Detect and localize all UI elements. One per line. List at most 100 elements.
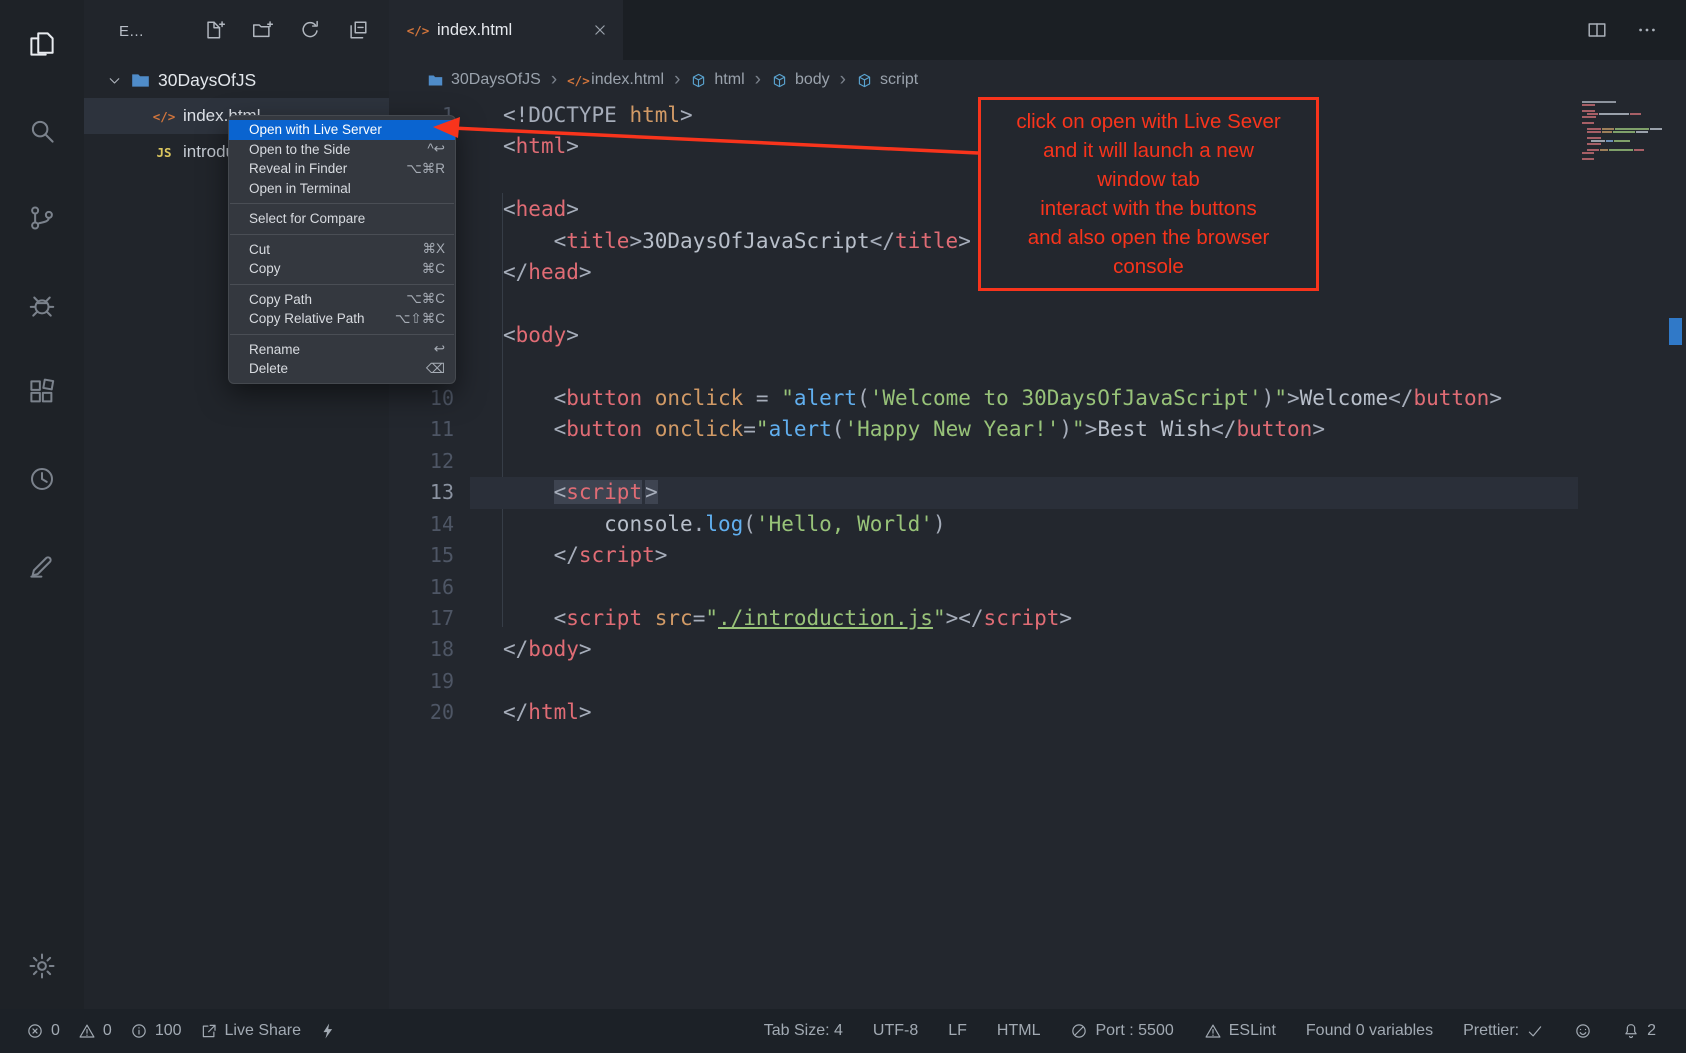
close-icon[interactable]: [591, 21, 609, 39]
folder-root-30DaysOfJS[interactable]: 30DaysOfJS: [84, 62, 389, 98]
new-file-icon[interactable]: [203, 19, 227, 43]
line-text[interactable]: <button onclick = "alert('Welcome to 30D…: [470, 383, 1578, 414]
menu-item-shortcut: ⌥⇧⌘C: [395, 311, 445, 327]
new-folder-icon: [251, 19, 273, 41]
breadcrumb-item-index-html[interactable]: </>index.html: [567, 71, 664, 89]
line-number: 16: [389, 572, 470, 603]
smiley-icon: [1574, 1022, 1592, 1040]
line-number: 17: [389, 603, 470, 634]
line-number: 19: [389, 666, 470, 697]
activity-search-icon[interactable]: [0, 87, 84, 174]
line-text[interactable]: </body>: [470, 634, 1578, 665]
collapse-all-icon[interactable]: [347, 19, 371, 43]
line-text[interactable]: <script src="./introduction.js"></script…: [470, 603, 1578, 634]
status-label: 0: [103, 1022, 112, 1040]
activity-source-control-icon[interactable]: [0, 174, 84, 261]
minimap[interactable]: [1578, 100, 1665, 1009]
status-2[interactable]: 2: [1622, 1022, 1656, 1040]
line-text[interactable]: [470, 666, 1578, 697]
menu-item-cut[interactable]: Cut⌘X: [229, 240, 455, 260]
menu-item-select-for-compare[interactable]: Select for Compare: [229, 209, 455, 229]
code-line: 15 </script>: [389, 540, 1578, 571]
status-prettier[interactable]: Prettier:: [1463, 1022, 1544, 1040]
status-label: ESLint: [1229, 1022, 1276, 1040]
files-icon: [27, 29, 57, 59]
activity-bar-top: [0, 0, 84, 609]
activity-extensions-icon[interactable]: [0, 348, 84, 435]
status-live-share[interactable]: Live Share: [200, 1022, 302, 1040]
status-label: Found 0 variables: [1306, 1022, 1433, 1040]
line-text[interactable]: [470, 352, 1578, 383]
line-text[interactable]: <script>: [470, 477, 1578, 508]
status-lf[interactable]: LF: [948, 1022, 967, 1040]
activity-files-icon[interactable]: [0, 0, 84, 87]
activity-debug-icon[interactable]: [0, 261, 84, 348]
status-lightning-icon[interactable]: [319, 1022, 337, 1040]
breadcrumb-item-body[interactable]: body: [771, 71, 830, 89]
line-text[interactable]: </html>: [470, 697, 1578, 728]
menu-item-label: Copy Relative Path: [249, 311, 381, 326]
chevron-down-icon: [106, 72, 123, 89]
menu-item-label: Open with Live Server: [249, 122, 445, 137]
status-label: 0: [51, 1022, 60, 1040]
menu-item-shortcut: ⌘C: [422, 261, 445, 277]
menu-item-reveal-in-finder[interactable]: Reveal in Finder⌥⌘R: [229, 159, 455, 179]
status-bar: 0 0 100 Live Share Tab Size: 4 UTF-8 LF HTML Po…: [0, 1009, 1686, 1053]
breadcrumb: 30DaysOfJS›</>index.html›html›body›scrip…: [389, 60, 1686, 100]
line-text[interactable]: [470, 289, 1578, 320]
menu-separator: [230, 203, 454, 204]
new-folder-icon[interactable]: [251, 19, 275, 43]
code-line: 9: [389, 352, 1578, 383]
line-text[interactable]: <body>: [470, 320, 1578, 351]
gear-icon: [27, 951, 57, 981]
status-smiley-icon[interactable]: [1574, 1022, 1592, 1040]
line-text[interactable]: <button onclick="alert('Happy New Year!'…: [470, 414, 1578, 445]
line-text[interactable]: console.log('Hello, World'): [470, 509, 1578, 540]
status-port-5500[interactable]: Port : 5500: [1070, 1022, 1173, 1040]
activity-clock-icon[interactable]: [0, 435, 84, 522]
menu-item-open-in-terminal[interactable]: Open in Terminal: [229, 179, 455, 199]
line-number: 14: [389, 509, 470, 540]
status-100[interactable]: 100: [130, 1022, 182, 1040]
more-icon[interactable]: [1636, 19, 1658, 41]
activity-gear-icon[interactable]: [0, 922, 84, 1009]
status-0[interactable]: 0: [26, 1022, 60, 1040]
breadcrumb-item-30daysofjs[interactable]: 30DaysOfJS: [427, 71, 541, 89]
lightning-icon: [319, 1022, 337, 1040]
activity-bar: [0, 0, 84, 1009]
menu-item-label: Reveal in Finder: [249, 161, 392, 176]
status-found-0-variables[interactable]: Found 0 variables: [1306, 1022, 1433, 1040]
refresh-icon[interactable]: [299, 19, 323, 43]
breadcrumb-item-html[interactable]: html: [690, 71, 744, 89]
status-0[interactable]: 0: [78, 1022, 112, 1040]
status-eslint[interactable]: ESLint: [1204, 1022, 1276, 1040]
breadcrumb-item-script[interactable]: script: [856, 71, 918, 89]
code-line: 12: [389, 446, 1578, 477]
line-number: 10: [389, 383, 470, 414]
status-label: Port : 5500: [1095, 1022, 1173, 1040]
status-html[interactable]: HTML: [997, 1022, 1041, 1040]
debug-icon: [27, 290, 57, 320]
line-text[interactable]: </script>: [470, 540, 1578, 571]
line-text[interactable]: [470, 446, 1578, 477]
status-right: Tab Size: 4 UTF-8 LF HTML Port : 5500 ESLint F…: [764, 1022, 1656, 1040]
activity-edit-session-icon[interactable]: [0, 522, 84, 609]
line-text[interactable]: [470, 572, 1578, 603]
menu-item-open-with-live-server[interactable]: Open with Live Server: [229, 120, 455, 140]
breadcrumb-separator: ›: [674, 69, 680, 91]
menu-item-delete[interactable]: Delete⌫: [229, 359, 455, 379]
menu-item-rename[interactable]: Rename↩: [229, 340, 455, 360]
symbol-icon: [690, 72, 707, 89]
status-tab-size-4[interactable]: Tab Size: 4: [764, 1022, 843, 1040]
menu-item-shortcut: ⌘X: [422, 241, 445, 257]
menu-item-copy-relative-path[interactable]: Copy Relative Path ⌥⇧⌘C: [229, 309, 455, 329]
folder-root-label: 30DaysOfJS: [158, 70, 256, 91]
split-editor-icon[interactable]: [1586, 19, 1608, 41]
code-line: 17 <script src="./introduction.js"></scr…: [389, 603, 1578, 634]
menu-item-open-to-the-side[interactable]: Open to the Side^↩: [229, 140, 455, 160]
menu-item-copy-path[interactable]: Copy Path⌥⌘C: [229, 290, 455, 310]
menu-item-copy[interactable]: Copy⌘C: [229, 259, 455, 279]
status-utf-8[interactable]: UTF-8: [873, 1022, 918, 1040]
tab-index-html[interactable]: </> index.html: [389, 0, 623, 60]
port-icon: [1070, 1022, 1088, 1040]
